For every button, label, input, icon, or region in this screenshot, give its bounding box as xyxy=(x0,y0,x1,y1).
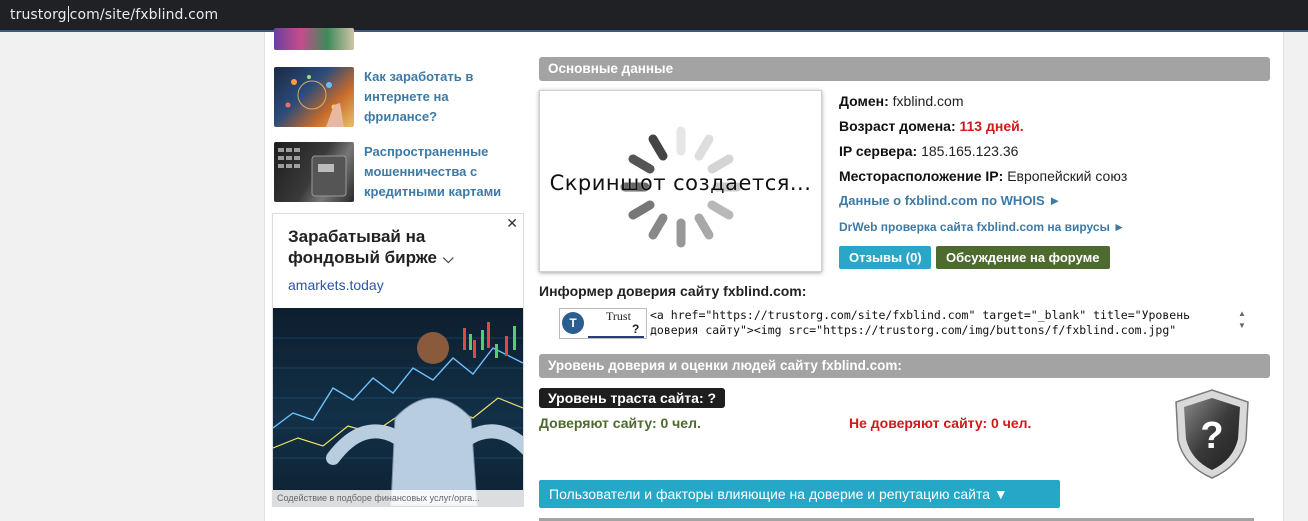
trust-no-count: Не доверяют сайту: 0 чел. xyxy=(849,415,1032,431)
chevron-down-icon[interactable]: ⌵ xyxy=(443,250,454,266)
ad-title[interactable]: Зарабатывай на фондовый бирже ⌵ xyxy=(288,226,488,269)
section-title: Основные данные xyxy=(539,57,1270,81)
code-line-1: <a href="https://trustorg.com/site/fxbli… xyxy=(650,308,1191,322)
badge-trust-text: Trust xyxy=(606,309,631,323)
ip-location-row: Месторасположение IP: Европейский союз xyxy=(839,168,1127,184)
trust-factors-toggle[interactable]: Пользователи и факторы влияющие на довер… xyxy=(539,480,1060,508)
ad-title-text: Зарабатывай на фондовый бирже xyxy=(288,227,438,267)
sidebar-item-freelance[interactable]: Как заработать в интернете на фрилансе? xyxy=(274,67,524,129)
svg-text:?: ? xyxy=(1200,415,1223,457)
badge-underline xyxy=(588,336,644,338)
domain-label: Домен: xyxy=(839,93,889,109)
text-caret xyxy=(67,6,69,22)
server-ip-label: IP сервера: xyxy=(839,143,918,159)
whois-link[interactable]: Данные о fxblind.com по WHOIS ► xyxy=(839,193,1061,208)
sidebar-item-label[interactable]: Распространенные мошенничества с кредитн… xyxy=(364,142,514,202)
article-thumbnail[interactable] xyxy=(274,28,354,50)
site-screenshot: Скриншот создается... xyxy=(539,90,822,272)
domain-row: Домен: fxblind.com xyxy=(839,93,963,109)
close-icon[interactable]: ✕ xyxy=(506,215,518,232)
ad-domain[interactable]: amarkets.today xyxy=(288,277,384,293)
url-part-1: trustorg xyxy=(10,7,67,23)
page-content: Как заработать в интернете на фрилансе? … xyxy=(264,28,1284,521)
informer-label: Информер доверия сайту fxblind.com: xyxy=(539,283,807,299)
server-ip-row: IP сервера: 185.165.123.36 xyxy=(839,143,1018,159)
code-scrollbar[interactable]: ▲ ▼ xyxy=(1236,308,1248,340)
trust-yes-count: Доверяют сайту: 0 чел. xyxy=(539,415,701,431)
domain-age-label: Возраст домена: xyxy=(839,118,956,134)
domain-age-value: 113 дней. xyxy=(959,118,1024,134)
credit-card-image xyxy=(278,148,347,197)
url-text[interactable]: trustorg com/site/fxblind.com xyxy=(10,6,218,23)
ip-location-value: Европейский союз xyxy=(1007,168,1128,184)
badge-question-mark: ? xyxy=(632,322,640,336)
sidebar-item-card-fraud[interactable]: Распространенные мошенничества с кредитн… xyxy=(274,142,524,204)
forum-discussion-button[interactable]: Обсуждение на форуме xyxy=(936,246,1110,269)
scroll-up-icon[interactable]: ▲ xyxy=(1236,308,1248,320)
trust-level-badge: Уровень траста сайта: ? xyxy=(539,388,726,408)
code-line-2: доверия сайту"><img src="https://trustor… xyxy=(650,323,1177,337)
reviews-button[interactable]: Отзывы (0) xyxy=(839,246,931,269)
sidebar-item-previous[interactable] xyxy=(274,28,524,52)
domain-age-row: Возраст домена: 113 дней. xyxy=(839,118,1024,134)
freelance-image xyxy=(285,75,344,127)
trust-informer-badge[interactable]: T Trust ? xyxy=(559,308,647,339)
informer-code-textarea[interactable]: <a href="https://trustorg.com/site/fxbli… xyxy=(648,308,1250,340)
domain-value: fxblind.com xyxy=(892,93,964,109)
scroll-down-icon[interactable]: ▼ xyxy=(1236,320,1248,332)
sidebar-item-label[interactable]: Как заработать в интернете на фрилансе? xyxy=(364,67,514,127)
stock-market-image xyxy=(273,322,523,506)
ad-image[interactable]: Содействие в подборе финансовых услуг/ор… xyxy=(273,308,523,506)
trust-logo-icon: T xyxy=(562,312,584,334)
ad-caption: Содействие в подборе финансовых услуг/ор… xyxy=(273,490,523,506)
trust-section-title: Уровень доверия и оценки людей сайту fxb… xyxy=(539,354,1270,378)
article-thumbnail[interactable] xyxy=(274,142,354,202)
ip-location-label: Месторасположение IP: xyxy=(839,168,1004,184)
advertisement[interactable]: ✕ Зарабатывай на фондовый бирже ⌵ amarket… xyxy=(272,213,524,507)
url-part-2: com/site/fxblind.com xyxy=(69,7,219,23)
screenshot-status: Скриншот создается... xyxy=(549,171,812,195)
article-thumbnail[interactable] xyxy=(274,67,354,127)
unknown-shield-icon: ? xyxy=(1175,389,1249,479)
server-ip-value: 185.165.123.36 xyxy=(921,143,1019,159)
address-bar[interactable]: trustorg com/site/fxblind.com xyxy=(0,0,1308,32)
drweb-link[interactable]: DrWeb проверка сайта fxblind.com на виру… xyxy=(839,220,1125,234)
